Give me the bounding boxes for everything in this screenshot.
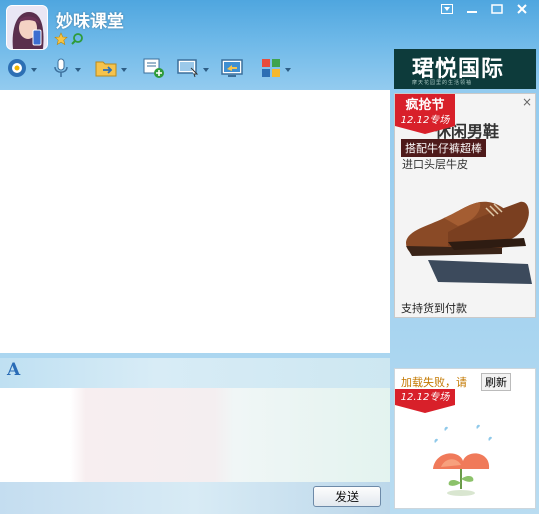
microphone-icon: [50, 57, 72, 83]
format-bar: A: [0, 358, 390, 388]
voice-call-button[interactable]: [50, 55, 81, 85]
shoe-image: [398, 172, 534, 290]
promo-bottom-text: 12.12专场: [401, 391, 451, 403]
apps-grid-icon: [260, 57, 282, 83]
maximize-icon[interactable]: [486, 0, 508, 18]
camera-icon: [6, 57, 28, 83]
message-history[interactable]: [0, 90, 390, 353]
monitor-share-icon: [220, 57, 244, 83]
message-add-icon: [142, 57, 166, 83]
avatar[interactable]: [6, 5, 48, 50]
remote-desktop-button[interactable]: [176, 55, 209, 85]
chat-window: 妙味课堂 珺悦国际 摩天花园里的生活领袖 休闲男鞋 疯抢节 12.12专场 × …: [0, 0, 539, 514]
screen-icon: [176, 57, 200, 83]
refresh-status-icon[interactable]: [70, 31, 84, 50]
message-input[interactable]: [0, 388, 390, 482]
promo-badge: 疯抢节 12.12专场: [395, 94, 455, 134]
status-badges: [54, 31, 84, 50]
side-ad[interactable]: 休闲男鞋 疯抢节 12.12专场 × 搭配牛仔裤超棒 进口头层牛皮 支持货到付款: [394, 93, 536, 318]
chevron-down-icon[interactable]: [75, 68, 81, 72]
folder-icon: [94, 57, 118, 83]
send-file-button[interactable]: [94, 55, 127, 85]
promo-bottom-text: 12.12专场: [401, 114, 451, 126]
send-bar: 发送: [0, 482, 390, 514]
title-bar: 妙味课堂: [0, 0, 539, 52]
ad-tag: 搭配牛仔裤超棒: [401, 139, 486, 157]
video-call-button[interactable]: [6, 55, 37, 85]
minimize-icon[interactable]: [461, 0, 483, 18]
apps-button[interactable]: [260, 55, 291, 85]
load-failed-text: 加载失败，请: [401, 376, 467, 389]
skin-icon[interactable]: [436, 0, 458, 18]
font-button[interactable]: A: [7, 360, 20, 380]
close-icon[interactable]: ×: [522, 95, 532, 109]
message-button[interactable]: [142, 55, 166, 85]
promo-top-text: 疯抢节: [405, 97, 444, 113]
chevron-down-icon[interactable]: [121, 68, 127, 72]
umbrella-illustration: [433, 424, 492, 496]
ad-footer: 支持货到付款: [401, 302, 467, 315]
refresh-button[interactable]: 刷新: [481, 373, 511, 391]
window-controls: [436, 0, 533, 18]
promo-badge: 12.12专场: [395, 389, 455, 413]
star-icon[interactable]: [54, 31, 68, 50]
brand-subtitle: 摩天花园里的生活领袖: [412, 80, 473, 86]
send-button[interactable]: 发送: [313, 486, 381, 507]
brand-banner[interactable]: 珺悦国际 摩天花园里的生活领袖: [394, 49, 536, 89]
share-screen-button[interactable]: [220, 55, 244, 85]
close-icon[interactable]: [511, 0, 533, 18]
chevron-down-icon[interactable]: [285, 68, 291, 72]
bottom-ad[interactable]: 加载失败，请 刷新 12.12专场: [394, 368, 536, 509]
chevron-down-icon[interactable]: [31, 68, 37, 72]
toolbar: [0, 55, 390, 87]
window-title: 妙味课堂: [56, 12, 124, 32]
ad-subline: 进口头层牛皮: [402, 158, 468, 171]
chevron-down-icon[interactable]: [203, 68, 209, 72]
